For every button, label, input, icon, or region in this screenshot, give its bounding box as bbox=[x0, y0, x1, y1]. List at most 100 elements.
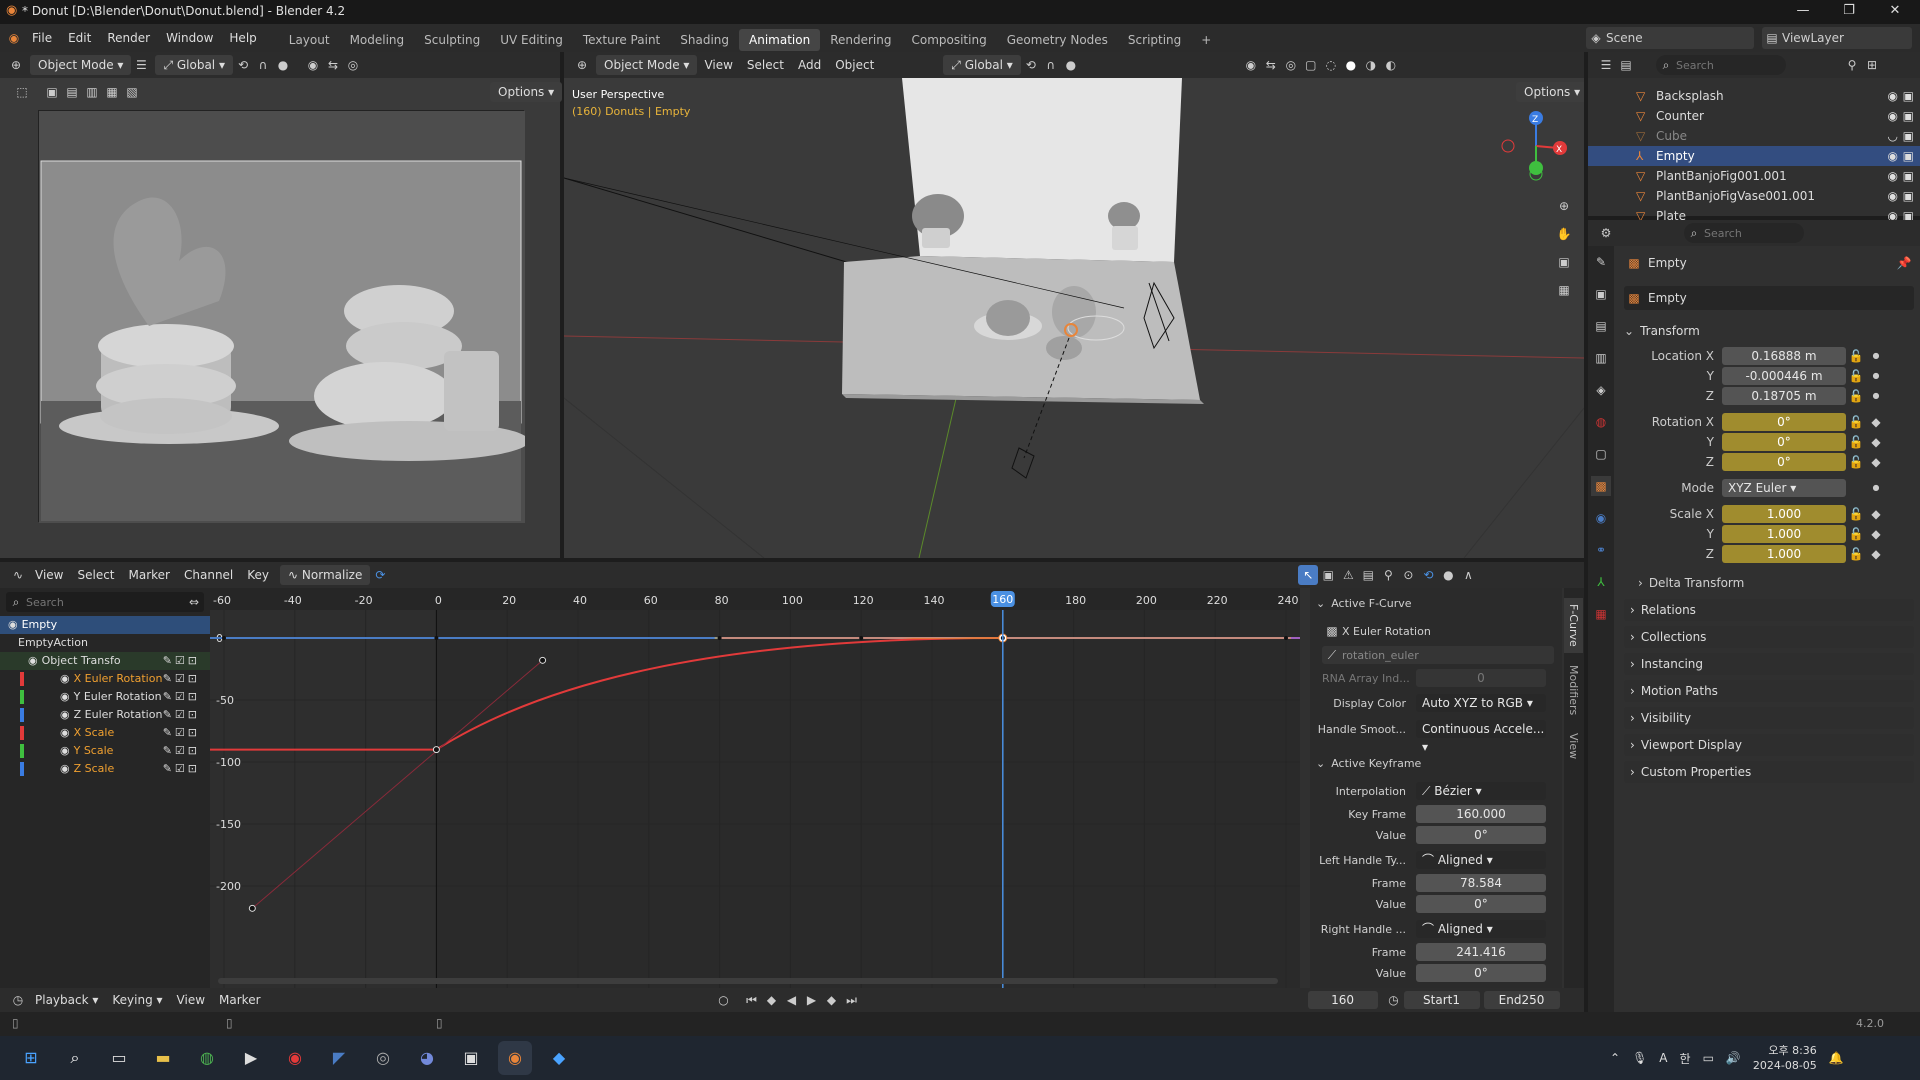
keyframe-diamond-icon[interactable]: ◆ bbox=[1866, 452, 1886, 472]
render-icon[interactable]: ▣ bbox=[1903, 166, 1914, 186]
section-relations[interactable]: › Relations bbox=[1624, 599, 1914, 621]
properties-search[interactable]: ⌕ bbox=[1684, 223, 1804, 243]
only-errors-icon[interactable]: ⚠ bbox=[1338, 565, 1358, 585]
discord-icon[interactable]: ◕ bbox=[410, 1041, 444, 1075]
active-keyframe-header[interactable]: ⌄ Active Keyframe bbox=[1310, 752, 1562, 774]
output-tab-icon[interactable]: ▤ bbox=[1591, 316, 1611, 336]
eye-icon[interactable]: ◉ bbox=[60, 744, 70, 757]
channel-row[interactable]: ◉ Empty bbox=[0, 616, 210, 634]
tab-shading[interactable]: Shading bbox=[670, 29, 739, 51]
menu-file[interactable]: File bbox=[24, 24, 60, 52]
lock-icon[interactable]: 🔓 bbox=[1846, 524, 1866, 544]
keyframe-dot-icon[interactable]: ● bbox=[1866, 478, 1886, 498]
scene-tab-icon[interactable]: ◈ bbox=[1591, 380, 1611, 400]
orientation-dropdown[interactable]: ⤢ Global ▾ bbox=[943, 55, 1021, 75]
keyframe-diamond-icon[interactable]: ◆ bbox=[1866, 544, 1886, 564]
channel-controls[interactable]: ✎☑⊡ bbox=[163, 688, 200, 706]
jump-start-icon[interactable]: ⏮ bbox=[742, 990, 762, 1010]
tab-geometry-nodes[interactable]: Geometry Nodes bbox=[997, 29, 1118, 51]
editor-type-icon[interactable]: ∿ bbox=[8, 565, 28, 585]
network-icon[interactable]: ▭ bbox=[1703, 1051, 1714, 1065]
task-view-icon[interactable]: ▭ bbox=[102, 1041, 136, 1075]
left-handle-type-dropdown[interactable]: ⌒ Aligned ▾ bbox=[1416, 851, 1546, 869]
channel-search[interactable]: ⌕ ⇔ bbox=[6, 592, 204, 612]
eye-icon[interactable]: ◉ bbox=[1888, 186, 1898, 206]
camera-viewport[interactable]: ⊕ Object Mode ▾ ☰ ⤢ Global ▾ ⟲ ∩ ● ◉ ⇆ ◎… bbox=[0, 52, 563, 558]
right-handle-value-field[interactable]: 0° bbox=[1416, 964, 1546, 982]
lock-icon[interactable]: 🔓 bbox=[1846, 412, 1866, 432]
eye-icon[interactable]: ◉ bbox=[28, 654, 38, 667]
scale-x-field[interactable]: 1.000 bbox=[1722, 505, 1846, 523]
location-y-field[interactable]: -0.000446 m bbox=[1722, 367, 1846, 385]
language-indicator[interactable]: A bbox=[1659, 1051, 1667, 1065]
shading-render-icon[interactable]: ◐ bbox=[1381, 55, 1401, 75]
texture-tab-icon[interactable]: ▦ bbox=[1591, 604, 1611, 624]
gizmo-toggle-icon[interactable]: ⇆ bbox=[1261, 55, 1281, 75]
media-player-icon[interactable]: ▶ bbox=[234, 1041, 268, 1075]
proportional-icon[interactable]: ● bbox=[1061, 55, 1081, 75]
sidebar-tab-modifiers[interactable]: Modifiers bbox=[1564, 659, 1583, 721]
eye-icon[interactable]: ◉ bbox=[1888, 146, 1898, 166]
gizmo-icon[interactable]: ⇆ bbox=[323, 55, 343, 75]
data-tab-icon[interactable]: ⅄ bbox=[1591, 572, 1611, 592]
location-z-field[interactable]: 0.18705 m bbox=[1722, 387, 1846, 405]
jump-end-icon[interactable]: ⏭ bbox=[842, 990, 862, 1010]
camera-view-icon[interactable]: ▣ bbox=[1554, 252, 1574, 272]
blender-taskbar-icon[interactable]: ◉ bbox=[498, 1041, 532, 1075]
graph-menu-key[interactable]: Key bbox=[240, 562, 276, 588]
outliner-search-input[interactable] bbox=[1676, 58, 1776, 72]
outliner-item-backsplash[interactable]: ▽ Backsplash ◉ ▣ bbox=[1588, 86, 1920, 106]
pin-icon[interactable]: 📌 bbox=[1894, 253, 1914, 273]
section-collections[interactable]: › Collections bbox=[1624, 626, 1914, 648]
graph-area[interactable]: -60-40-200204060801001201401601802002202… bbox=[210, 588, 1300, 988]
snap-icon[interactable]: ∩ bbox=[253, 55, 273, 75]
channel-controls[interactable]: ✎☑⊡ bbox=[163, 706, 200, 724]
scale-z-field[interactable]: 1.000 bbox=[1722, 545, 1846, 563]
editor-type-icon[interactable]: ⊕ bbox=[6, 55, 26, 75]
display-color-dropdown[interactable]: Auto XYZ to RGB ▾ bbox=[1416, 694, 1546, 712]
graph-menu-marker[interactable]: Marker bbox=[122, 562, 177, 588]
play-icon[interactable]: ▶ bbox=[802, 990, 822, 1010]
tray-chevron-icon[interactable]: ⌃ bbox=[1610, 1051, 1620, 1065]
close-button[interactable]: ✕ bbox=[1872, 0, 1918, 24]
menu-edit[interactable]: Edit bbox=[60, 24, 99, 52]
keyframe-diamond-icon[interactable]: ◆ bbox=[1866, 504, 1886, 524]
eye-icon[interactable]: ◉ bbox=[1888, 106, 1898, 126]
search-icon[interactable]: ⌕ bbox=[58, 1041, 92, 1075]
navigation-gizmo[interactable]: Z X bbox=[1496, 106, 1576, 186]
overlay-icon[interactable]: ◎ bbox=[343, 55, 363, 75]
pivot-icon[interactable]: ⟲ bbox=[1021, 55, 1041, 75]
end-frame-field[interactable]: End250 bbox=[1483, 991, 1560, 1009]
editor-type-icon[interactable]: ⊕ bbox=[572, 55, 592, 75]
volume-icon[interactable]: 🔊 bbox=[1726, 1051, 1741, 1065]
datablock-field[interactable]: ▩ Empty bbox=[1624, 286, 1914, 310]
left-handle-value-field[interactable]: 0° bbox=[1416, 895, 1546, 913]
select-subtract-icon[interactable]: ▥ bbox=[82, 82, 102, 102]
interpolation-dropdown[interactable]: ⟋ Bézier ▾ bbox=[1416, 782, 1546, 800]
physics-tab-icon[interactable]: ◉ bbox=[1591, 508, 1611, 528]
pan-hand-icon[interactable]: ✋ bbox=[1554, 224, 1574, 244]
keyframe-dot-icon[interactable]: ● bbox=[1866, 346, 1886, 366]
ime-indicator[interactable]: 한 bbox=[1680, 1050, 1691, 1067]
render-icon[interactable]: ▣ bbox=[1903, 186, 1914, 206]
key-value-field[interactable]: 0° bbox=[1416, 826, 1546, 844]
mode-dropdown[interactable]: Object Mode ▾ bbox=[596, 55, 698, 75]
select-intersect-icon[interactable]: ▧ bbox=[122, 82, 142, 102]
clock-icon[interactable]: ◷ bbox=[1384, 990, 1404, 1010]
overlay-icon[interactable]: ◎ bbox=[1281, 55, 1301, 75]
graph-canvas[interactable]: -60-40-200204060801001201401601802002202… bbox=[210, 588, 1300, 988]
channel-row[interactable]: ◉ X Euler Rotation ✎☑⊡ bbox=[0, 670, 210, 688]
shading-material-icon[interactable]: ◑ bbox=[1361, 55, 1381, 75]
video-app-icon[interactable]: ◉ bbox=[278, 1041, 312, 1075]
keyframe-diamond-icon[interactable]: ◆ bbox=[1866, 432, 1886, 452]
filter-icon[interactable]: ⚲ bbox=[1842, 55, 1862, 75]
proportional-icon[interactable]: ● bbox=[1438, 565, 1458, 585]
menu-view[interactable]: View bbox=[697, 52, 739, 78]
channel-row[interactable]: ◉ Object Transfo ✎☑⊡ bbox=[0, 652, 210, 670]
location-x-field[interactable]: 0.16888 m bbox=[1722, 347, 1846, 365]
camera-viewport-canvas[interactable]: ⬚ ▣ ▤ ▥ ▦ ▧ Options ▾ bbox=[0, 78, 563, 558]
section-custom-properties[interactable]: › Custom Properties bbox=[1624, 761, 1914, 783]
timeline-menu-playback[interactable]: Playback ▾ bbox=[28, 988, 105, 1012]
timeline-menu-view[interactable]: View bbox=[170, 988, 212, 1012]
select-mode-icon[interactable]: ▣ bbox=[42, 82, 62, 102]
